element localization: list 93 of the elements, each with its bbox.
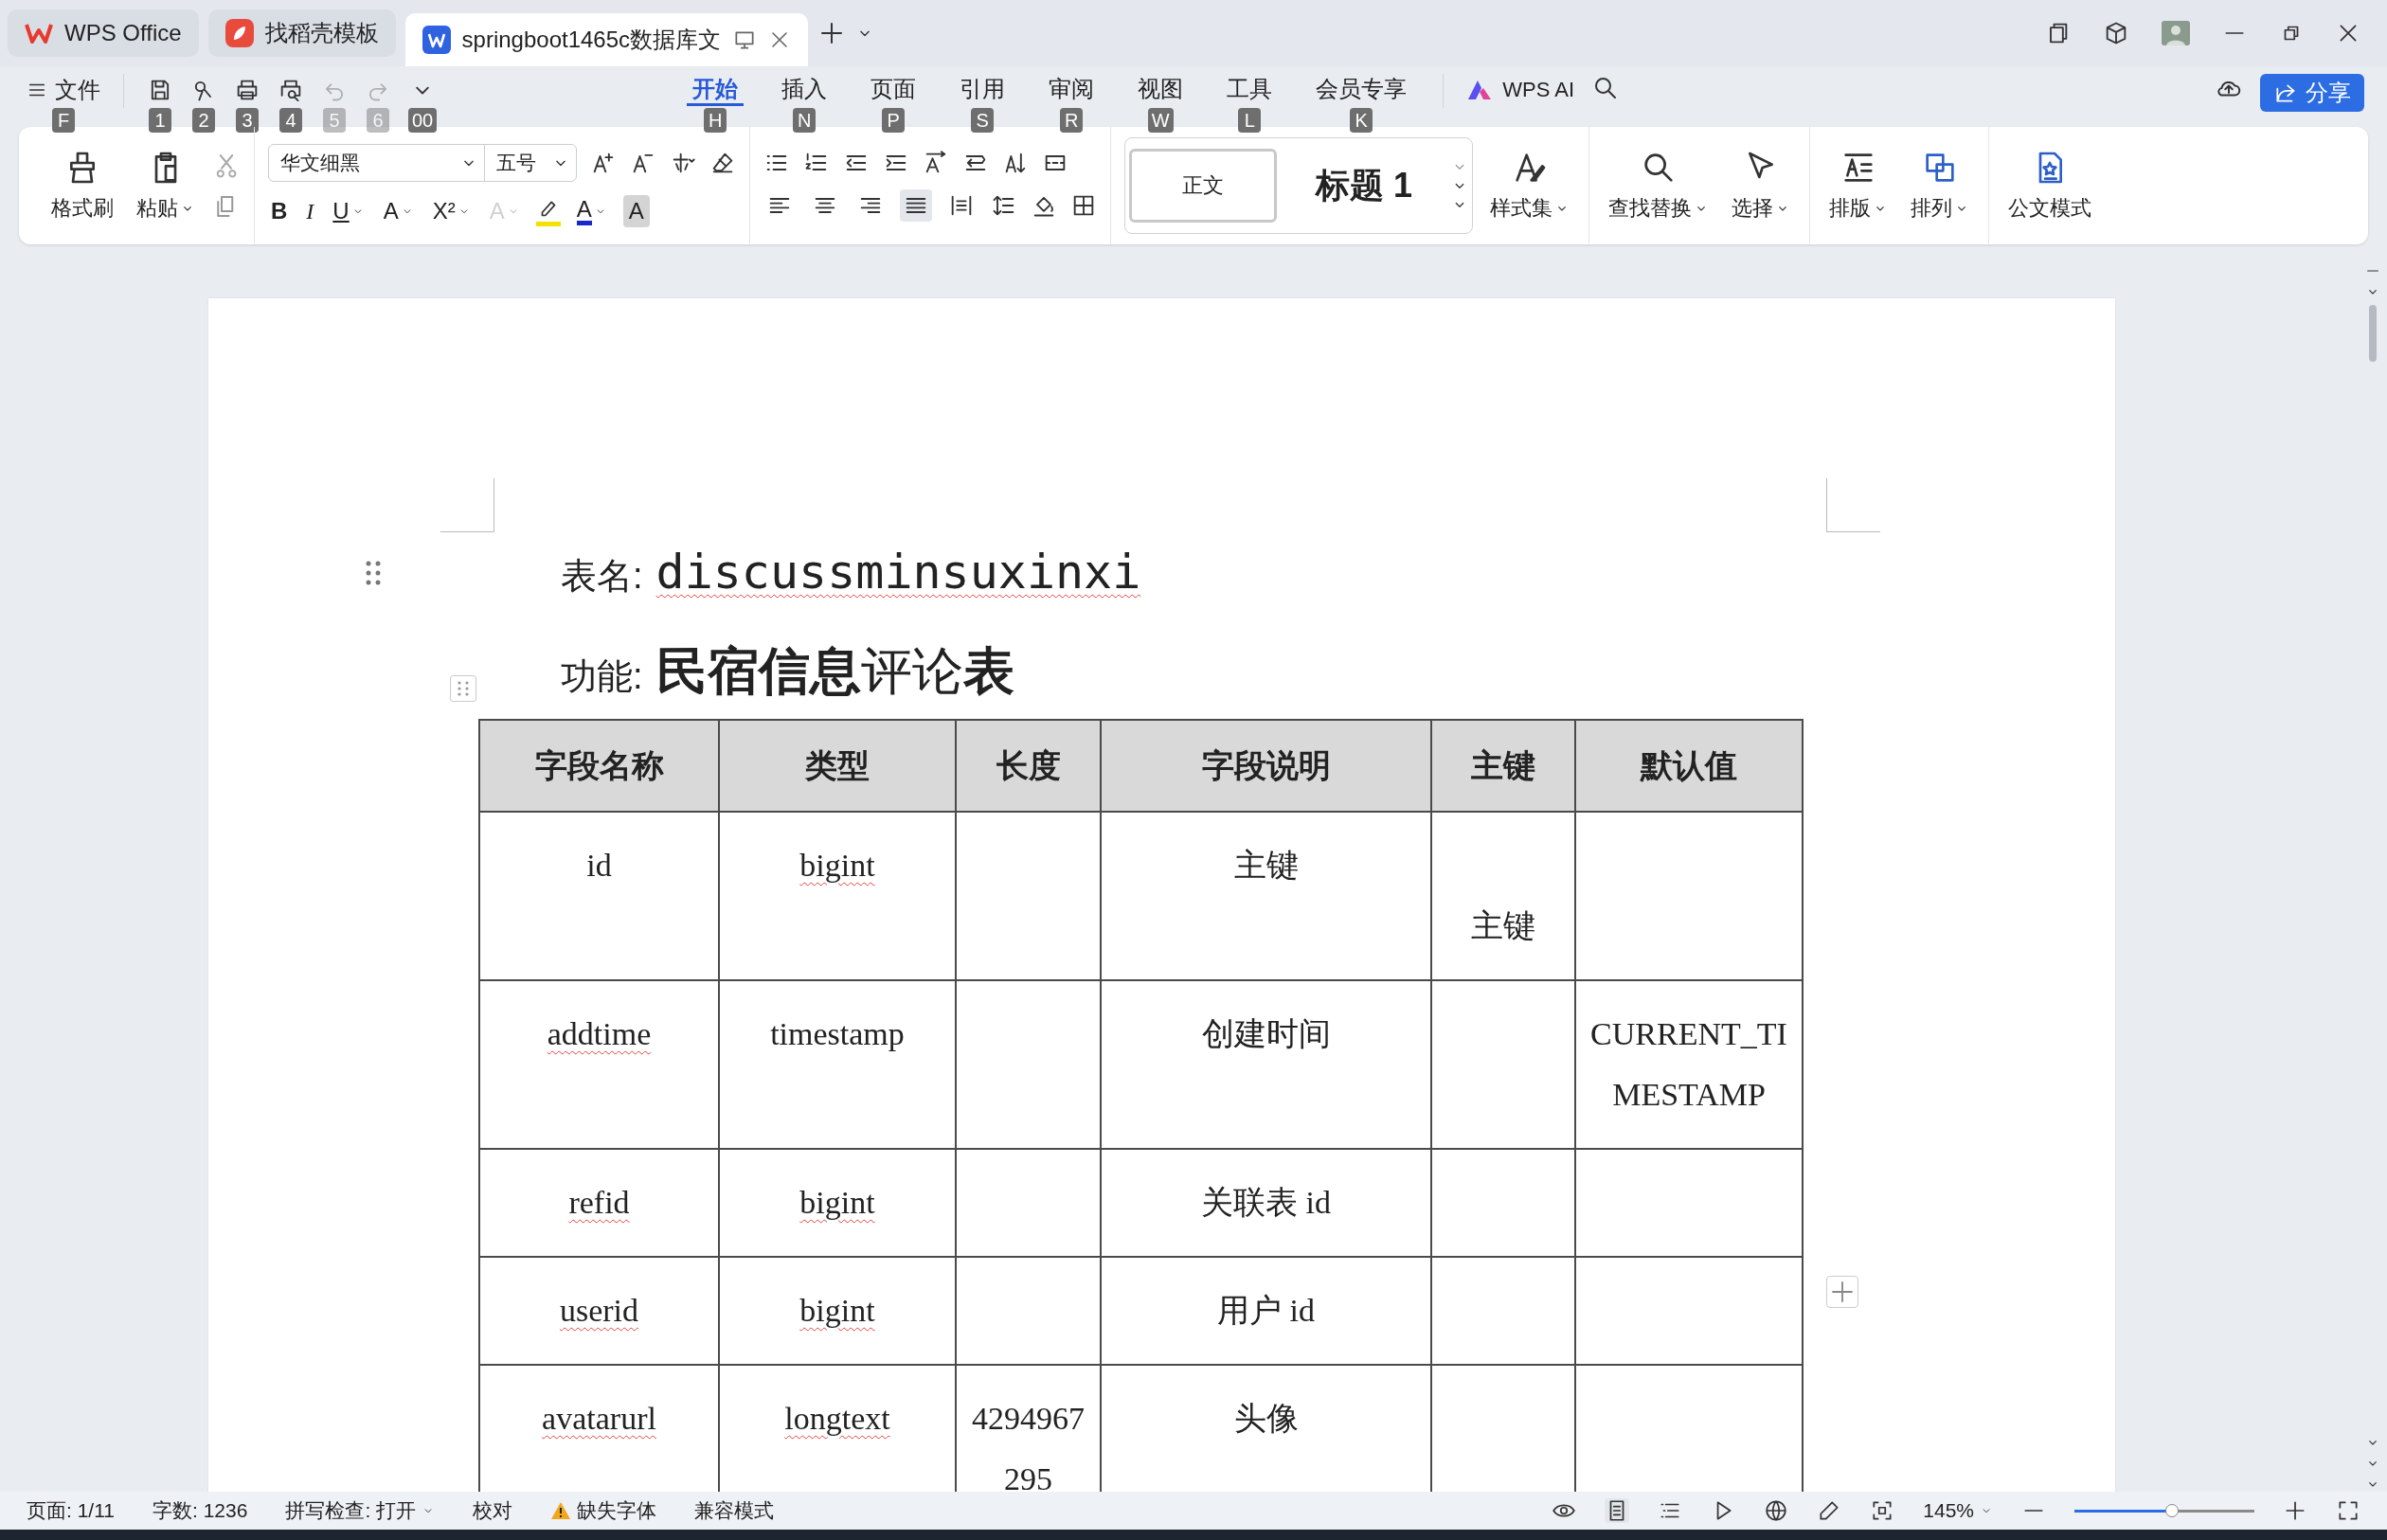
table-cell: 用户 id xyxy=(1101,1257,1431,1365)
table-cell: 关联表 id xyxy=(1101,1149,1431,1257)
table-cell: bigint xyxy=(719,1257,956,1365)
column-header: 字段名称 xyxy=(479,720,719,812)
underline-button[interactable]: U xyxy=(330,195,368,227)
arrange-button[interactable]: 排列 xyxy=(1905,145,1975,226)
shortcut-key: 4 xyxy=(279,108,302,133)
document-logo-icon xyxy=(422,26,451,54)
share-button[interactable]: 分享 xyxy=(2260,74,2364,112)
column-header: 类型 xyxy=(719,720,956,812)
select-button[interactable]: 选择 xyxy=(1726,145,1796,226)
style-option[interactable]: 标题 1 xyxy=(1290,149,1438,223)
find-replace-button[interactable]: 查找替换 xyxy=(1603,145,1714,226)
page-count[interactable]: 页面: 1/11 xyxy=(27,1497,115,1524)
warning-icon xyxy=(550,1501,572,1520)
shortcut-key: R xyxy=(1060,108,1084,133)
shortcut-key: 2 xyxy=(192,108,215,133)
ai-logo-icon xyxy=(1466,79,1494,101)
shortcut-key: N xyxy=(793,108,817,133)
italic-button[interactable]: I xyxy=(303,195,317,227)
document-tab[interactable]: WPS Office xyxy=(8,9,199,57)
shortcut-key: 00 xyxy=(408,108,438,133)
table-cell: id xyxy=(479,812,719,980)
missing-font-button[interactable]: 缺失字体 xyxy=(550,1497,657,1524)
slider-thumb[interactable] xyxy=(2164,1504,2179,1517)
shortcut-key: F xyxy=(52,108,75,133)
table-cell: 主键 xyxy=(1431,812,1575,980)
table-cell: addtime xyxy=(479,980,719,1149)
zoom-slider[interactable] xyxy=(2074,1503,2254,1518)
column-header: 字段说明 xyxy=(1101,720,1431,812)
shortcut-key: S xyxy=(971,108,995,133)
official-document-button[interactable]: 公文模式 xyxy=(2002,145,2097,226)
document-tab[interactable]: springboot1465c数据库文 xyxy=(404,13,809,66)
strike-button[interactable]: A xyxy=(380,195,417,227)
shortcut-key: L xyxy=(1238,108,1262,133)
table-cell: bigint xyxy=(719,812,956,980)
typesetting-button[interactable]: 排版 xyxy=(1823,145,1893,226)
compatibility-mode: 兼容模式 xyxy=(694,1498,775,1523)
zoom-level[interactable]: 145% xyxy=(1923,1499,1993,1522)
ribbon-tab[interactable]: 工具 xyxy=(1221,74,1279,106)
ribbon-tab[interactable]: 引用 xyxy=(954,74,1012,106)
shortcut-key: P xyxy=(882,108,906,133)
style-set-button[interactable]: 样式集 xyxy=(1484,145,1575,226)
scroll-thumb[interactable] xyxy=(2369,305,2377,362)
drag-handle-icon[interactable] xyxy=(365,560,382,586)
format-painter-button[interactable]: 格式刷 xyxy=(45,145,119,226)
proofread-button[interactable]: 校对 xyxy=(473,1497,513,1524)
shortcut-key: H xyxy=(704,108,727,133)
word-count[interactable]: 字数: 1236 xyxy=(153,1497,248,1524)
table-name-label: 表名: xyxy=(561,555,643,598)
table-cell: timestamp xyxy=(719,980,956,1149)
table-cell: 主键 xyxy=(1101,812,1431,980)
globe-icon[interactable] xyxy=(1764,1498,1789,1523)
paste-button[interactable]: 粘贴 xyxy=(131,145,201,226)
table-cell: refid xyxy=(479,1149,719,1257)
super-button[interactable]: X² xyxy=(429,195,474,227)
spell-check-button[interactable]: 拼写检查: 打开 xyxy=(285,1497,436,1524)
function-value: 民宿信息评论表 xyxy=(655,641,1014,701)
shortcut-key: 1 xyxy=(149,108,171,133)
table-cell: userid xyxy=(479,1257,719,1365)
leaf-logo-icon xyxy=(224,19,254,47)
app-logo-icon xyxy=(25,22,53,45)
function-label: 功能: xyxy=(561,655,643,698)
ribbon-tab[interactable]: 视图 xyxy=(1132,74,1190,106)
crop-mark xyxy=(440,478,494,532)
file-menu[interactable]: 文件 xyxy=(27,74,100,106)
document-tab[interactable]: 找稻壳模板 xyxy=(207,9,396,57)
table-name: discussminsuxinxi xyxy=(655,545,1141,600)
crop-mark xyxy=(1826,478,1880,532)
table-cell: 创建时间 xyxy=(1101,980,1431,1149)
ribbon-tab[interactable]: 开始 xyxy=(687,74,745,106)
shortcut-key: 3 xyxy=(236,108,259,133)
add-row-icon[interactable] xyxy=(1826,1276,1858,1308)
ribbon-tab[interactable]: 页面 xyxy=(865,74,923,106)
ribbon-tab[interactable]: 会员专享 xyxy=(1310,74,1413,106)
table-cell: bigint xyxy=(719,1149,956,1257)
color-button[interactable]: A xyxy=(573,195,610,227)
bold-button[interactable]: B xyxy=(268,195,291,227)
table-cell: CURRENT_TIMESTAMP xyxy=(1575,980,1803,1149)
shortcut-key: K xyxy=(1350,108,1373,133)
table-handle-icon[interactable] xyxy=(450,675,476,702)
justify-icon[interactable] xyxy=(900,189,932,222)
column-header: 默认值 xyxy=(1575,720,1803,812)
ribbon-tab[interactable]: 插入 xyxy=(776,74,834,106)
style-option[interactable]: 正文 xyxy=(1129,149,1277,223)
shortcut-key: W xyxy=(1147,108,1174,133)
ribbon-tab[interactable]: 审阅 xyxy=(1043,74,1101,106)
page-view-icon[interactable] xyxy=(1605,1498,1630,1523)
column-header: 长度 xyxy=(956,720,1101,812)
column-header: 主键 xyxy=(1431,720,1575,812)
ai-button[interactable]: WPS AI xyxy=(1466,74,1575,106)
shade-button[interactable]: A xyxy=(622,195,650,227)
fullscreen-icon[interactable] xyxy=(2336,1498,2360,1523)
